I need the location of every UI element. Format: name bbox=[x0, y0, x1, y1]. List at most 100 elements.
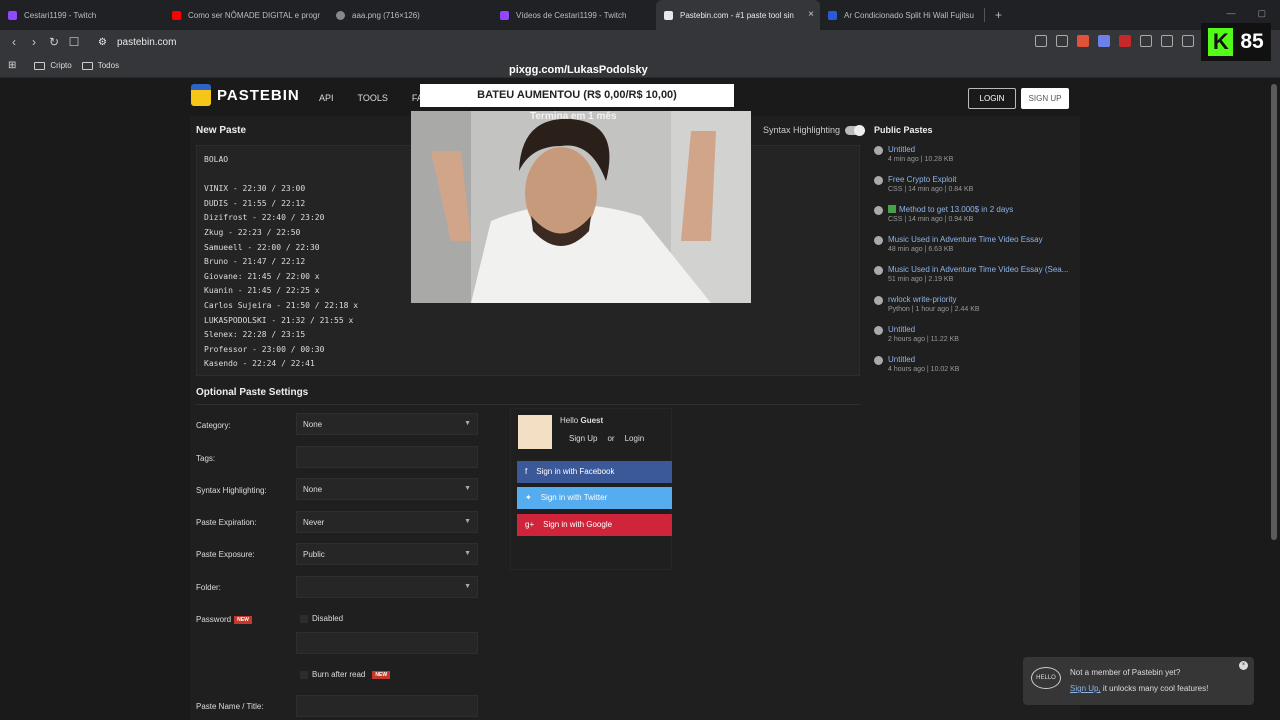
brave-shield-icon[interactable] bbox=[1077, 35, 1089, 47]
share-icon[interactable] bbox=[1056, 35, 1068, 47]
chevron-down-icon: ▼ bbox=[464, 518, 471, 525]
syntax-highlighting-toggle[interactable]: Syntax Highlighting bbox=[763, 124, 866, 136]
public-paste-item[interactable]: Method to get 13.000$ in 2 days CSS | 14 … bbox=[874, 205, 1013, 223]
extension-icon[interactable] bbox=[1098, 35, 1110, 47]
signup-button[interactable]: SIGN UP bbox=[1021, 88, 1069, 109]
bookmark-folder[interactable]: Todos bbox=[81, 61, 119, 70]
site-info-icon[interactable]: ⚙ bbox=[98, 37, 107, 48]
new-paste-title: New Paste bbox=[196, 125, 247, 136]
pastebin-logo[interactable]: PASTEBIN bbox=[191, 84, 300, 106]
maximize-icon[interactable]: ▢ bbox=[1257, 8, 1266, 19]
public-paste-item[interactable]: Untitled 2 hours ago | 11.22 KB bbox=[874, 325, 959, 343]
bookmark-icon[interactable]: ☐ bbox=[64, 35, 84, 49]
reload-icon[interactable]: ↻ bbox=[44, 35, 64, 49]
public-paste-item[interactable]: Free Crypto Exploit CSS | 14 min ago | 0.… bbox=[874, 175, 973, 193]
address-bar[interactable]: ⚙ pastebin.com bbox=[98, 37, 176, 48]
browser-tab[interactable]: Ar Condicionado Split Hi Wall Fujitsu bbox=[820, 0, 984, 30]
browser-tab-active[interactable]: Pastebin.com - #1 paste tool sin × bbox=[656, 0, 820, 30]
goal-timer: Termina em 1 mês bbox=[530, 111, 617, 122]
facebook-signin-button[interactable]: f Sign in with Facebook bbox=[517, 461, 672, 483]
kick-logo-icon: K bbox=[1208, 28, 1234, 56]
optional-settings-title: Optional Paste Settings bbox=[196, 387, 309, 398]
globe-icon bbox=[874, 146, 883, 155]
bookmark-folder[interactable]: Cripto bbox=[34, 61, 72, 70]
browser-tab[interactable]: Vídeos de Cestari1199 - Twitch bbox=[492, 0, 656, 30]
browser-tab[interactable]: Como ser NÔMADE DIGITAL e progr bbox=[164, 0, 328, 30]
chevron-down-icon: ▼ bbox=[464, 550, 471, 557]
guest-signup-link[interactable]: Sign Up bbox=[569, 434, 597, 443]
new-tab-button[interactable]: + bbox=[995, 8, 1002, 22]
pastebin-icon bbox=[664, 10, 673, 20]
password-toggle[interactable]: Disabled bbox=[300, 614, 343, 623]
donation-goal-bar: BATEU AUMENTOU (R$ 0,00/R$ 10,00) bbox=[420, 84, 734, 107]
paste-content[interactable]: BOLAO VINIX - 22:30 / 23:00 DUDIS - 21:5… bbox=[204, 153, 358, 372]
toolbar-extensions bbox=[1035, 35, 1194, 47]
minimize-icon[interactable]: — bbox=[1226, 8, 1235, 19]
category-label: Category: bbox=[196, 421, 231, 430]
public-paste-item[interactable]: rwlock write-priority Python | 1 hour ago… bbox=[874, 295, 980, 313]
globe-icon bbox=[874, 206, 883, 215]
forward-icon[interactable]: › bbox=[24, 35, 44, 49]
browser-tab[interactable]: Cestari1199 - Twitch bbox=[0, 0, 164, 30]
tags-label: Tags: bbox=[196, 454, 216, 463]
globe-icon bbox=[874, 326, 883, 335]
google-plus-icon: g+ bbox=[525, 520, 535, 529]
close-icon[interactable]: × bbox=[1239, 661, 1248, 670]
screenshot-icon[interactable] bbox=[1161, 35, 1173, 47]
google-signin-button[interactable]: g+ Sign in with Google bbox=[517, 514, 672, 536]
paste-name-input[interactable] bbox=[296, 695, 478, 717]
checkbox[interactable] bbox=[300, 614, 308, 623]
extension-icon[interactable] bbox=[1119, 35, 1131, 47]
url-text[interactable]: pastebin.com bbox=[117, 37, 176, 48]
checkbox[interactable] bbox=[300, 670, 308, 679]
puzzle-icon[interactable] bbox=[1140, 35, 1152, 47]
tags-input[interactable] bbox=[296, 446, 478, 468]
public-paste-item[interactable]: Untitled 4 hours ago | 10.02 KB bbox=[874, 355, 959, 373]
paste-name-label: Paste Name / Title: bbox=[196, 702, 264, 711]
exposure-label: Paste Exposure: bbox=[196, 550, 255, 559]
guest-login-link[interactable]: Login bbox=[625, 434, 645, 443]
twitch-icon bbox=[8, 10, 17, 20]
translate-icon[interactable] bbox=[1035, 35, 1047, 47]
globe-icon bbox=[336, 10, 345, 20]
twitch-icon bbox=[500, 10, 509, 20]
burn-after-read-checkbox[interactable]: Burn after read NEW bbox=[300, 670, 391, 679]
signup-toast: HELLO Not a member of Pastebin yet? Sign… bbox=[1023, 657, 1254, 705]
browser-tab-bar: Cestari1199 - Twitch Como ser NÔMADE DIG… bbox=[0, 0, 1280, 30]
globe-icon bbox=[874, 266, 883, 275]
back-icon[interactable]: ‹ bbox=[4, 35, 24, 49]
sidebar-icon[interactable] bbox=[1182, 35, 1194, 47]
public-pastes-title: Public Pastes bbox=[874, 125, 933, 135]
public-paste-item[interactable]: Music Used in Adventure Time Video Essay… bbox=[874, 265, 1068, 283]
folder-icon bbox=[81, 61, 93, 70]
nav-tools[interactable]: TOOLS bbox=[358, 93, 388, 103]
window-controls: — ▢ bbox=[1226, 8, 1266, 19]
password-input[interactable] bbox=[296, 632, 478, 654]
apps-grid-icon[interactable]: ⊞ bbox=[8, 60, 16, 71]
toast-signup-link[interactable]: Sign Up, bbox=[1070, 684, 1101, 693]
twitter-signin-button[interactable]: ✦ Sign in with Twitter bbox=[517, 487, 672, 509]
pix-url-overlay: pixgg.com/LukasPodolsky bbox=[509, 64, 648, 76]
expiration-select[interactable]: Never ▼ bbox=[296, 511, 478, 533]
login-button[interactable]: LOGIN bbox=[968, 88, 1016, 109]
chevron-down-icon: ▼ bbox=[464, 583, 471, 590]
close-tab-icon[interactable]: × bbox=[808, 9, 814, 20]
top-nav: API TOOLS FAQ bbox=[319, 93, 430, 103]
folder-select[interactable]: ▼ bbox=[296, 576, 478, 598]
chevron-down-icon: ▼ bbox=[464, 420, 471, 427]
guest-links: Sign Up or Login bbox=[569, 434, 645, 443]
exposure-select[interactable]: Public ▼ bbox=[296, 543, 478, 565]
public-paste-item[interactable]: Music Used in Adventure Time Video Essay… bbox=[874, 235, 1043, 253]
webcam-overlay bbox=[411, 111, 751, 303]
nav-api[interactable]: API bbox=[319, 93, 334, 103]
category-select[interactable]: None ▼ bbox=[296, 413, 478, 435]
toggle-switch[interactable] bbox=[845, 124, 866, 136]
scrollbar[interactable] bbox=[1271, 84, 1277, 540]
pastebin-logo-icon bbox=[191, 84, 211, 106]
chevron-down-icon: ▼ bbox=[464, 485, 471, 492]
twitter-icon: ✦ bbox=[525, 493, 532, 502]
syntax-select[interactable]: None ▼ bbox=[296, 478, 478, 500]
browser-tab[interactable]: aaa.png (716×126) bbox=[328, 0, 492, 30]
public-paste-item[interactable]: Untitled 4 min ago | 10.28 KB bbox=[874, 145, 953, 163]
checkmark-icon bbox=[888, 205, 896, 213]
